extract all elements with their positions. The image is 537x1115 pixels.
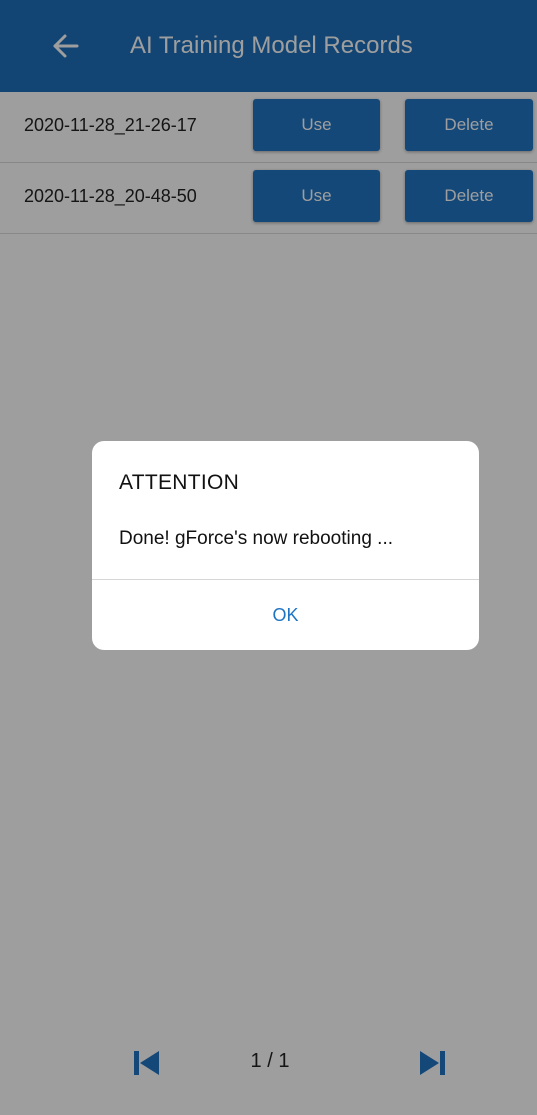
alert-dialog: ATTENTION Done! gForce's now rebooting .… [92, 441, 479, 650]
ok-button[interactable]: OK [92, 580, 479, 650]
dialog-message: Done! gForce's now rebooting ... [119, 528, 393, 549]
dialog-title: ATTENTION [119, 471, 240, 494]
app-screen: AI Training Model Records 2020-11-28_21-… [0, 0, 537, 1115]
